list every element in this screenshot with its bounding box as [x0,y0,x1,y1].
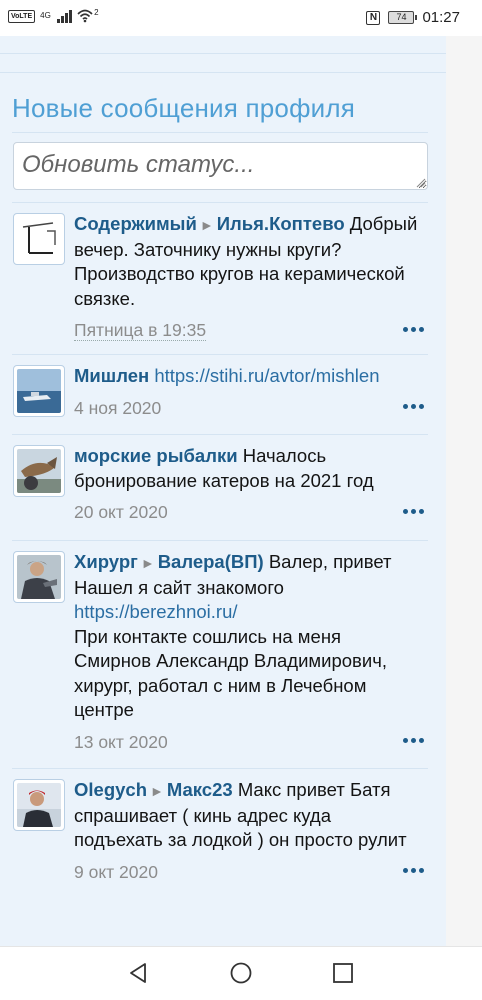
status-bar: VoLTE 4G 2 N 74 01:27 [0,0,482,36]
avatar-image [17,369,61,413]
post-date[interactable]: 20 окт 2020 [74,502,168,522]
list-item: Содержимый ► Илья.Коптево Добрый вечер. За… [12,202,428,354]
list-item: Olegych ► Макс23 Макс привет Батя спрашива… [12,768,428,920]
post-date[interactable]: 4 ноя 2020 [74,398,161,418]
arrow-icon: ► [140,555,155,571]
post-recipient-link[interactable]: Макс23 [167,779,233,800]
more-options-icon[interactable] [402,400,424,414]
wifi-badge: 2 [94,7,99,17]
signal-icon [57,9,73,23]
more-options-icon[interactable] [402,864,424,878]
avatar-image [17,449,61,493]
list-item: Мишлен https://stihi.ru/avtor/mishlen 4 … [12,354,428,434]
recents-icon[interactable] [331,961,355,985]
wifi-icon [77,9,93,23]
system-nav-bar [0,946,482,1000]
post-date[interactable]: 9 окт 2020 [74,862,158,882]
avatar[interactable] [13,213,65,265]
avatar[interactable] [13,365,65,417]
avatar-image [17,783,61,827]
profile-post-feed: Содержимый ► Илья.Коптево Добрый вечер. За… [12,202,428,920]
more-options-icon[interactable] [402,322,424,336]
list-item: морские рыбалки Началось бронирование ка… [12,434,428,540]
more-options-icon[interactable] [402,504,424,518]
arrow-icon: ► [150,783,164,799]
status-update-input[interactable] [13,142,428,190]
post-date[interactable]: 13 окт 2020 [74,732,168,752]
post-author-link[interactable]: Olegych [74,779,147,800]
battery-icon: 74 [388,11,418,24]
post-author-link[interactable]: Мишлен [74,365,149,386]
divider [12,132,428,133]
home-icon[interactable] [229,961,253,985]
post-recipient-link[interactable]: Илья.Коптево [217,213,345,234]
post-message-continued: При контакте сошлись на меня Смирнов Але… [74,625,388,721]
arrow-icon: ► [199,217,214,233]
post-author-link[interactable]: морские рыбалки [74,445,238,466]
page-content: Новые сообщения профиля Содержимый►Илья.… [0,36,446,946]
avatar[interactable] [13,779,65,831]
avatar-image [17,555,61,599]
resize-grip-icon[interactable] [416,178,426,188]
post-recipient-link[interactable]: Валера(ВП) [158,551,264,572]
nfc-icon: N [366,10,381,25]
clock: 01:27 [422,9,460,26]
back-icon[interactable] [126,961,150,985]
avatar[interactable] [13,551,65,603]
post-link[interactable]: https://stihi.ru/avtor/mishlen [154,365,379,386]
avatar[interactable] [13,445,65,497]
list-item: Хирург ► Валера(ВП) Валер, привет Нашел я … [12,540,428,768]
post-author-link[interactable]: Хирург [74,551,138,572]
block-title: Новые сообщения профиля [12,93,356,123]
post-date[interactable]: Пятница в 19:35 [74,320,207,341]
avatar-image [17,217,61,261]
post-author-link[interactable]: Содержимый [74,213,197,234]
post-link[interactable]: https://berezhnoi.ru/ [74,601,238,622]
page-gutter [446,36,482,946]
network-type: 4G [40,11,51,20]
volte-icon: VoLTE [8,9,36,23]
more-options-icon[interactable] [402,734,424,748]
top-block-edge [0,36,446,54]
